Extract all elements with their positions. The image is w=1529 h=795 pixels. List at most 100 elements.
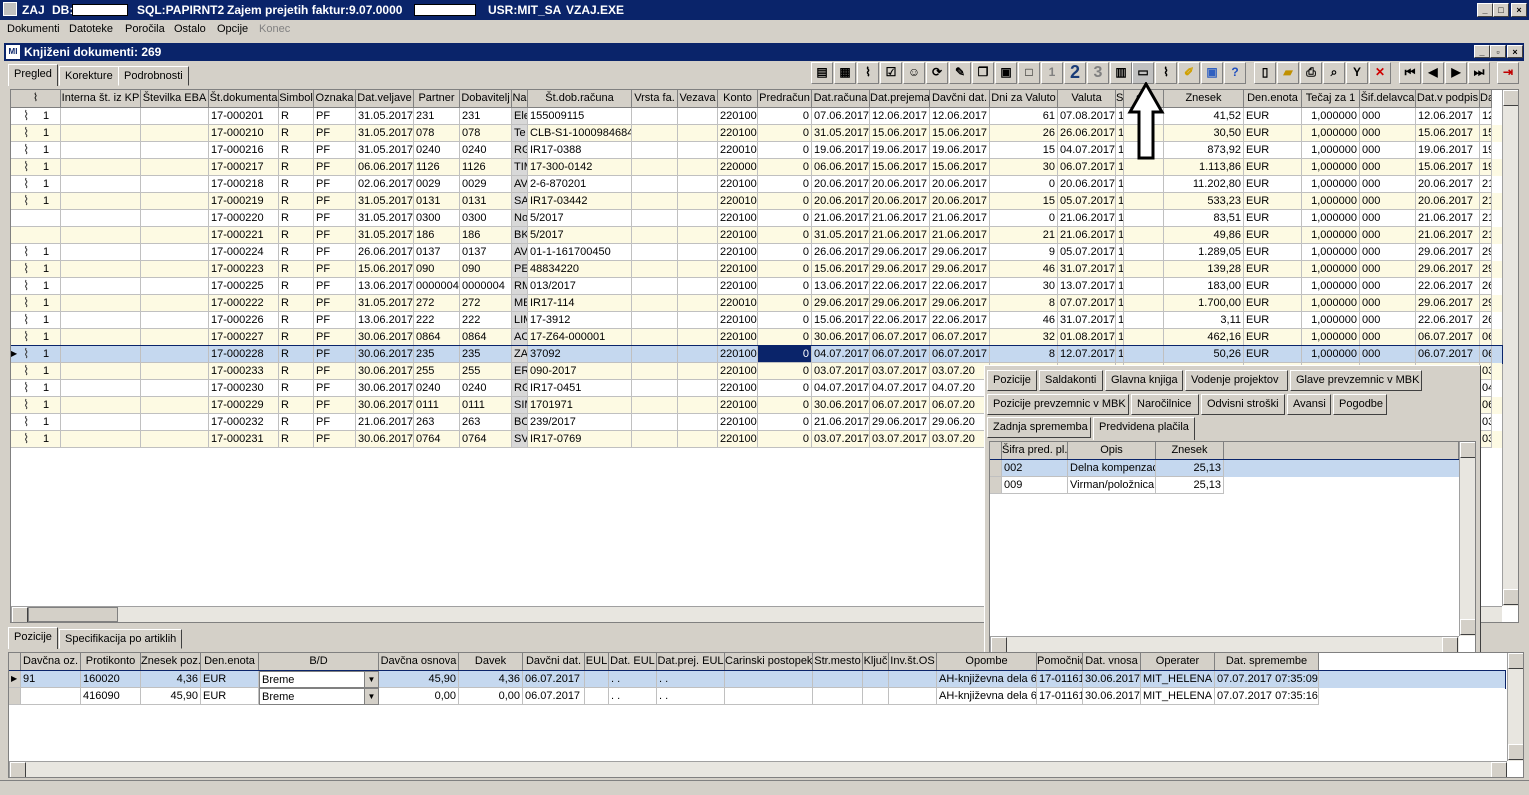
column-header[interactable]: Den.enota (1244, 90, 1302, 108)
column-header[interactable]: Dat. vnosa (1083, 653, 1141, 671)
bd-dropdown[interactable]: Breme ▼ (259, 671, 379, 688)
tab-pozicije[interactable]: Pozicije (8, 627, 58, 649)
table-row[interactable]: ⌇117-000201RPF31.05.2017231231Ele1550091… (11, 108, 1502, 125)
column-header[interactable]: Operater (1141, 653, 1215, 671)
next-record-icon[interactable]: ▶ (1445, 62, 1467, 84)
menu-konec[interactable]: Konec (259, 23, 290, 35)
popup-tab[interactable]: Glavna knjiga (1105, 370, 1183, 391)
column-header[interactable]: Šif.delavca (1360, 90, 1416, 108)
scroll-down-button[interactable] (1508, 744, 1523, 760)
doc-close-button[interactable]: × (1507, 45, 1523, 58)
scroll-down-button[interactable] (1503, 589, 1518, 605)
close-button[interactable]: × (1511, 3, 1527, 17)
column-header[interactable]: Dni za Valuto (990, 90, 1058, 108)
column-header[interactable]: Dat.prejema (870, 90, 930, 108)
positions-grid[interactable]: Davčna oz. Protikonto Znesek poz. Den.enota… (8, 652, 1524, 778)
tab-podrobnosti[interactable]: Podrobnosti (118, 66, 189, 86)
checklist-icon[interactable]: ☑ (880, 62, 902, 84)
column-header[interactable]: Dat. EUL (609, 653, 657, 671)
column-header[interactable]: Inv.št.OS (889, 653, 937, 671)
column-header[interactable]: Protikonto (81, 653, 141, 671)
previous-record-icon[interactable]: ◀ (1422, 62, 1444, 84)
column-header[interactable]: Na (512, 90, 528, 108)
paperclip-icon[interactable]: ⌇ (857, 62, 879, 84)
popup-tab[interactable]: Zadnja sprememba (987, 417, 1091, 438)
column-header[interactable]: Davčni dat. (930, 90, 990, 108)
number-1-icon[interactable]: 1 (1041, 62, 1063, 84)
doc-restore-button[interactable]: ▫ (1490, 45, 1506, 58)
chevron-down-icon[interactable]: ▼ (364, 672, 378, 687)
new-icon[interactable]: ▯ (1254, 62, 1276, 84)
number-3-icon[interactable]: 3 (1087, 62, 1109, 84)
popup-tab[interactable]: Pozicije (987, 370, 1037, 391)
table-row[interactable]: 17-000221 R PF 31.05.2017 186 186 BK 5/2017 2201… (11, 227, 1502, 244)
first-record-icon[interactable]: ⏮ (1399, 62, 1421, 84)
popup-tab[interactable]: Naročilnice (1131, 394, 1199, 415)
column-header[interactable]: Konto (718, 90, 758, 108)
column-header[interactable]: Dat.računa (812, 90, 870, 108)
vertical-scrollbar[interactable] (1502, 90, 1518, 606)
refresh-icon[interactable]: ⟳ (926, 62, 948, 84)
column-header[interactable]: Den.enota (201, 653, 259, 671)
column-header[interactable]: Str.mesto (813, 653, 863, 671)
scroll-up-button[interactable] (1460, 442, 1475, 458)
table-row[interactable]: ⌇117-000216RPF31.05.201702400240RGIR17-0… (11, 142, 1502, 159)
popup-row[interactable]: 009 Virman/položnica 25,13 (990, 477, 1459, 494)
doc-minimize-button[interactable]: _ (1474, 45, 1490, 58)
popup-tab[interactable]: Glave prevzemnic v MBK (1290, 370, 1422, 391)
column-header[interactable]: Dat. spremembe (1215, 653, 1319, 671)
monitor-icon[interactable]: ▣ (1201, 62, 1223, 84)
pen-icon[interactable]: ✐ (1178, 62, 1200, 84)
scroll-right-button[interactable] (1442, 637, 1458, 652)
column-header[interactable]: Pomočnica (1037, 653, 1083, 671)
column-header[interactable]: Predračun (758, 90, 812, 108)
column-header[interactable]: Tečaj za 1 (1302, 90, 1360, 108)
column-header[interactable]: EUL (585, 653, 609, 671)
copy-icon[interactable]: ❐ (972, 62, 994, 84)
bottom-vertical-scrollbar[interactable] (1507, 653, 1523, 761)
table-row[interactable]: ▶ 91 160020 4,36 EUR Breme ▼ 45,90 4,36 06.07.201… (9, 670, 1506, 689)
column-header[interactable]: Valuta (1058, 90, 1116, 108)
menu-porocila[interactable]: Poročila (125, 23, 165, 35)
table-row[interactable]: ⌇117-000217RPF06.06.201711261126TIM17-30… (11, 159, 1502, 176)
bd-dropdown[interactable]: Breme ▼ (259, 688, 379, 705)
popup-vertical-scrollbar[interactable] (1459, 442, 1475, 636)
stamp-icon[interactable]: ▦ (834, 62, 856, 84)
scroll-right-button[interactable] (1491, 762, 1507, 777)
column-header[interactable]: Znesek poz. (141, 653, 201, 671)
table-row[interactable]: ⌇117-000225RPF13.06.201700000040000004RM… (11, 278, 1502, 295)
popup-tab[interactable]: Pogodbe (1333, 394, 1387, 415)
table-row[interactable]: ⌇ 1 17-000218 R PF 02.06.2017 0029 0029 AV 2-6-87… (11, 176, 1502, 193)
calendar-icon[interactable]: ▥ (1110, 62, 1132, 84)
column-header[interactable]: Opombe (937, 653, 1037, 671)
column-header[interactable]: Da (1480, 90, 1492, 108)
column-header[interactable]: Št.dokumenta (209, 90, 279, 108)
scroll-left-button[interactable] (991, 637, 1007, 652)
scroll-up-button[interactable] (1508, 653, 1523, 669)
table-row[interactable]: ⌇117-000226RPF13.06.2017222222LIM17-3912… (11, 312, 1502, 329)
paste-icon[interactable]: ▣ (995, 62, 1017, 84)
column-header[interactable]: Dat.prej. EUL (657, 653, 725, 671)
column-header[interactable]: Simbol (279, 90, 314, 108)
popup-column-header[interactable]: Znesek (1156, 442, 1224, 460)
table-row[interactable]: ⌇ 1 17-000210 R PF 31.05.2017 078 078 Te CLB-S1-1… (11, 125, 1502, 142)
column-header[interactable]: Vezava (678, 90, 718, 108)
column-header[interactable]: B/D (259, 653, 379, 671)
document-icon[interactable]: ▤ (811, 62, 833, 84)
table-row[interactable]: ⌇ 1 17-000219 R PF 31.05.2017 0131 0131 SA IR17-0… (11, 193, 1502, 210)
popup-tab[interactable]: Pozicije prevzemnic v MBK (987, 394, 1129, 415)
scrollbar-thumb[interactable] (28, 607, 118, 622)
planned-payments-grid[interactable]: Šifra pred. pl. Opis Znesek 002 Delna kompen… (989, 441, 1476, 653)
popup-horizontal-scrollbar[interactable] (990, 636, 1459, 652)
table-row[interactable]: ▶ ⌇ 1 17-000228 R PF 30.06.2017 235 235 ZA 37092 22… (11, 345, 1503, 364)
column-header[interactable]: Carinski postopek (725, 653, 813, 671)
tab-pregled[interactable]: Pregled (8, 64, 58, 86)
table-row[interactable]: ⌇ 1 17-000224 R PF 26.06.2017 0137 0137 AV 01-1-1… (11, 244, 1502, 261)
number-2-icon[interactable]: 2 (1064, 62, 1086, 84)
minimize-button[interactable]: _ (1477, 3, 1493, 17)
attachment-icon[interactable]: ⌇ (1155, 62, 1177, 84)
exit-icon[interactable]: ⇥ (1497, 62, 1519, 84)
popup-tab[interactable]: Vodenje projektov (1185, 370, 1288, 391)
popup-column-header[interactable]: Opis (1068, 442, 1156, 460)
column-header[interactable]: Davčna osnova (379, 653, 459, 671)
